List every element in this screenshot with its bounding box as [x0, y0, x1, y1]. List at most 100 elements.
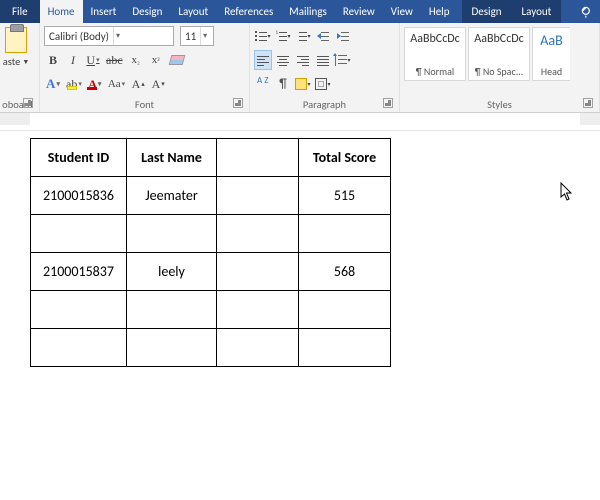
tab-references[interactable]: References	[216, 0, 281, 23]
decrease-indent-button[interactable]	[314, 26, 332, 46]
font-name-combo[interactable]: Calibri (Body) ▾	[44, 26, 174, 46]
italic-button[interactable]: I	[64, 50, 82, 70]
superscript-button[interactable]: x	[147, 50, 165, 70]
group-paragraph: ▾ ▾ ▾ ▾ A Z ¶ ▾ ▾ Paragraph	[250, 23, 400, 112]
table-cell[interactable]	[217, 177, 299, 215]
shading-button[interactable]: ▾	[294, 74, 312, 94]
styles-gallery[interactable]: AaBbCcDc ¶ Normal AaBbCcDc ¶ No Spac... …	[404, 25, 570, 83]
tell-me-icon[interactable]	[574, 0, 600, 23]
ribbon: aste▼ oboard Calibri (Body) ▾ 11 ▾ B I U…	[0, 23, 600, 113]
numbering-button[interactable]: ▾	[274, 26, 292, 46]
clipboard-launcher[interactable]	[23, 98, 33, 108]
style-heading[interactable]: AaB Head	[532, 27, 570, 81]
bullets-button[interactable]: ▾	[254, 26, 272, 46]
highlight-swatch-icon	[67, 86, 77, 90]
ruler[interactable]	[0, 113, 600, 131]
table-cell[interactable]	[217, 215, 299, 253]
paste-label: aste	[3, 55, 21, 68]
tab-design[interactable]: Design	[124, 0, 170, 23]
table-row[interactable]	[31, 215, 391, 253]
group-styles: AaBbCcDc ¶ Normal AaBbCcDc ¶ No Spac... …	[400, 23, 600, 112]
align-center-button[interactable]	[274, 50, 292, 70]
font-launcher[interactable]	[233, 98, 243, 108]
table-cell[interactable]	[217, 291, 299, 329]
table-cell[interactable]	[127, 291, 217, 329]
clipboard-icon	[5, 27, 27, 53]
table-cell[interactable]	[31, 329, 127, 367]
table-cell[interactable]	[127, 215, 217, 253]
underline-button[interactable]: U▾	[84, 50, 102, 70]
table-cell[interactable]	[127, 329, 217, 367]
tab-view[interactable]: View	[383, 0, 421, 23]
highlight-button[interactable]: ab▾	[64, 74, 84, 94]
tab-home[interactable]: Home	[40, 0, 83, 23]
font-size-combo[interactable]: 11 ▾	[180, 26, 214, 46]
tab-layout[interactable]: Layout	[170, 0, 216, 23]
multilevel-list-button[interactable]: ▾	[294, 26, 312, 46]
style-name: ¶ Normal	[416, 65, 454, 78]
shading-icon	[295, 78, 307, 90]
change-case-button[interactable]: Aa▾	[106, 74, 127, 94]
table-cell[interactable]: 568	[299, 253, 391, 291]
style-name: ¶ No Spac...	[475, 65, 524, 78]
clear-formatting-button[interactable]	[167, 50, 187, 70]
tab-mailings[interactable]: Mailings	[281, 0, 335, 23]
table-cell[interactable]: Jeemater	[127, 177, 217, 215]
table-cell[interactable]	[299, 329, 391, 367]
table-cell[interactable]	[31, 291, 127, 329]
tab-help[interactable]: Help	[421, 0, 458, 23]
table-cell[interactable]: leely	[127, 253, 217, 291]
table-row[interactable]: 2100015836Jeemater 515	[31, 177, 391, 215]
table-cell[interactable]	[299, 291, 391, 329]
text-effects-button[interactable]: A▾	[44, 74, 62, 94]
increase-indent-button[interactable]	[334, 26, 352, 46]
style-normal[interactable]: AaBbCcDc ¶ Normal	[404, 27, 466, 81]
shrink-font-button[interactable]: A	[149, 74, 167, 94]
paste-button[interactable]: aste▼	[0, 25, 32, 96]
table-row[interactable]	[31, 329, 391, 367]
table-header-cell[interactable]	[217, 139, 299, 177]
table-header-cell[interactable]: Total Score	[299, 139, 391, 177]
group-font-label: Font	[135, 98, 154, 111]
table-cell[interactable]	[217, 329, 299, 367]
table-row[interactable]	[31, 291, 391, 329]
style-preview: AaBbCcDc	[410, 32, 459, 46]
styles-launcher[interactable]	[583, 98, 593, 108]
table-row[interactable]: 2100015837leely 568	[31, 253, 391, 291]
document-area[interactable]: Student ID Last Name Total Score 2100015…	[0, 132, 600, 500]
strikethrough-button[interactable]: abc	[104, 50, 125, 70]
table-cell[interactable]: 515	[299, 177, 391, 215]
ruler-margin-left	[0, 113, 30, 125]
table-cell[interactable]	[299, 215, 391, 253]
group-styles-label: Styles	[487, 98, 512, 111]
table-cell[interactable]	[31, 215, 127, 253]
show-marks-button[interactable]: ¶	[274, 74, 292, 94]
tab-insert[interactable]: Insert	[83, 0, 125, 23]
table-header-cell[interactable]: Student ID	[31, 139, 127, 177]
font-color-button[interactable]: A▾	[86, 74, 104, 94]
tab-table-layout[interactable]: Layout	[512, 0, 562, 23]
align-left-button[interactable]	[254, 50, 272, 70]
subscript-button[interactable]: x	[127, 50, 145, 70]
align-right-button[interactable]	[294, 50, 312, 70]
sort-button[interactable]: A Z	[254, 74, 272, 94]
grow-font-button[interactable]: A	[129, 74, 147, 94]
table-cell[interactable]	[217, 253, 299, 291]
tab-file[interactable]: File	[0, 0, 40, 23]
table-cell[interactable]: 2100015836	[31, 177, 127, 215]
chevron-down-icon[interactable]: ▾	[200, 27, 209, 45]
tab-table-design[interactable]: Design	[462, 0, 512, 23]
align-justify-button[interactable]	[314, 50, 332, 70]
bold-button[interactable]: B	[44, 50, 62, 70]
table-header-row[interactable]: Student ID Last Name Total Score	[31, 139, 391, 177]
chevron-down-icon[interactable]: ▾	[113, 27, 122, 45]
tab-review[interactable]: Review	[335, 0, 383, 23]
table-header-cell[interactable]: Last Name	[127, 139, 217, 177]
document-table[interactable]: Student ID Last Name Total Score 2100015…	[30, 138, 391, 367]
font-name-value: Calibri (Body)	[49, 30, 109, 43]
paragraph-launcher[interactable]	[383, 98, 393, 108]
line-spacing-button[interactable]: ▾	[334, 50, 352, 70]
style-no-spacing[interactable]: AaBbCcDc ¶ No Spac...	[468, 27, 530, 81]
table-cell[interactable]: 2100015837	[31, 253, 127, 291]
borders-button[interactable]: ▾	[314, 74, 332, 94]
